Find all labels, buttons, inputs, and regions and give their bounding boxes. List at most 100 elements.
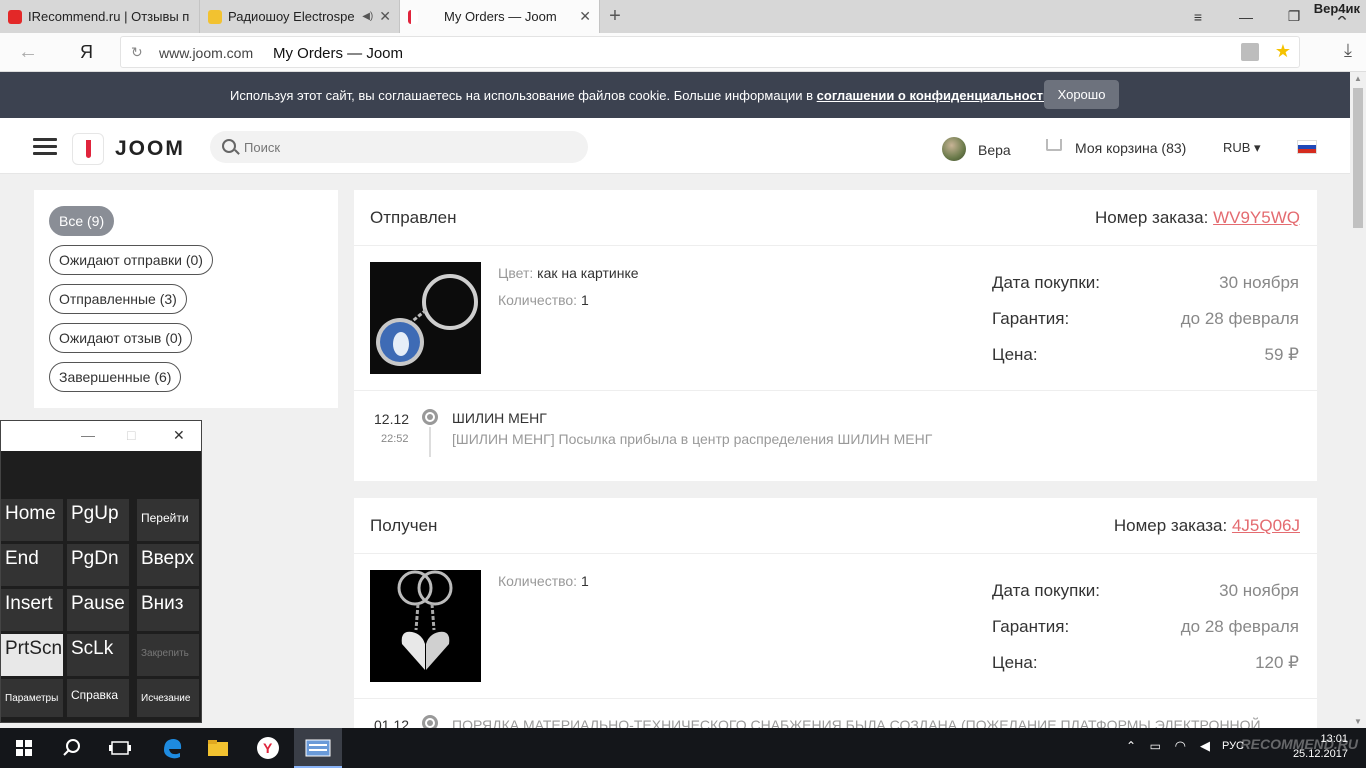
reload-icon[interactable]: ↻ <box>131 44 143 61</box>
order-number-link[interactable]: 4J5Q06J <box>1232 516 1300 535</box>
user-name[interactable]: Вера <box>978 142 1011 158</box>
osk-maximize-icon[interactable]: □ <box>127 427 135 443</box>
purchase-date-value: 30 ноября <box>1219 273 1299 292</box>
scroll-thumb[interactable] <box>1353 88 1363 228</box>
tab-radioshow[interactable]: Радиошоу Electrospe ◀) ✕ <box>200 0 400 33</box>
address-bar: ← Я ↻ www.joom.com My Orders — Joom ★ ⤓ <box>0 33 1366 72</box>
tab-irecommend[interactable]: IRecommend.ru | Отзывы п <box>0 0 200 33</box>
order-filter-panel: Все (9) Ожидают отправки (0) Отправленны… <box>34 190 338 408</box>
tracking-point-icon <box>422 715 438 728</box>
windows-start-icon[interactable] <box>16 740 32 756</box>
avatar[interactable] <box>942 137 966 161</box>
lock-icon[interactable] <box>1241 43 1259 61</box>
key-help[interactable]: Справка <box>67 679 129 717</box>
volume-icon[interactable]: ◀ <box>1200 738 1210 754</box>
filter-completed[interactable]: Завершенные (6) <box>49 362 182 392</box>
price-value: 120 ₽ <box>1255 653 1299 672</box>
key-pause[interactable]: Pause <box>67 589 129 631</box>
tracking-date: 01.12 <box>374 717 410 728</box>
key-home[interactable]: Home <box>1 499 63 541</box>
currency-selector[interactable]: RUB ▾ <box>1223 140 1261 156</box>
order-number-label: Номер заказа: <box>1113 516 1228 535</box>
product-image-keychain[interactable] <box>370 262 481 374</box>
tracking-date: 12.12 <box>374 411 410 427</box>
key-up[interactable]: Вверх <box>137 544 199 586</box>
tracking-point-icon <box>422 409 438 425</box>
cookie-message: Используя этот сайт, вы соглашаетесь на … <box>230 88 817 103</box>
irecommend-favicon-icon <box>8 9 22 24</box>
osk-taskbar-button[interactable] <box>294 728 342 768</box>
warranty-label: Гарантия: <box>992 309 1070 328</box>
search-input[interactable] <box>244 137 574 157</box>
page-scrollbar[interactable]: ▲ ▼ <box>1350 72 1366 728</box>
download-icon[interactable]: ⤓ <box>1344 40 1352 61</box>
radioshow-favicon-icon <box>208 9 222 24</box>
yandex-browser-icon[interactable]: Y <box>256 736 280 760</box>
new-tab-icon[interactable]: + <box>600 0 630 33</box>
purchase-date-value: 30 ноября <box>1219 581 1299 600</box>
order-card: Получен Номер заказа: 4J5Q06J Количество… <box>354 498 1317 728</box>
bookmark-star-icon[interactable]: ★ <box>1275 41 1291 62</box>
key-sclk[interactable]: ScLk <box>67 634 129 676</box>
key-pgdn[interactable]: PgDn <box>67 544 129 586</box>
back-arrow-icon[interactable]: ← <box>18 41 38 64</box>
tracking-description: [ШИЛИН МЕНГ] Посылка прибыла в центр рас… <box>452 431 933 447</box>
key-down[interactable]: Вниз <box>137 589 199 631</box>
sound-icon[interactable]: ◀) <box>362 11 373 22</box>
close-tab-icon[interactable]: ✕ <box>579 8 591 25</box>
order-number-label: Номер заказа: <box>1095 208 1209 227</box>
osk-close-icon[interactable]: ✕ <box>173 427 185 444</box>
minimize-icon[interactable]: — <box>1222 9 1270 25</box>
key-insert[interactable]: Insert <box>1 589 63 631</box>
key-fade[interactable]: Исчезание <box>137 679 199 717</box>
filter-all[interactable]: Все (9) <box>49 206 115 236</box>
menu-icon[interactable]: ≡ <box>1174 9 1222 25</box>
color-label: Цвет: <box>498 265 534 281</box>
filter-awaiting-review[interactable]: Ожидают отзыв (0) <box>49 323 193 353</box>
order-status: Отправлен <box>370 208 457 227</box>
russia-flag-icon[interactable] <box>1297 140 1317 154</box>
filter-shipped[interactable]: Отправленные (3) <box>49 284 187 314</box>
key-pgup[interactable]: PgUp <box>67 499 129 541</box>
scroll-down-icon[interactable]: ▼ <box>1354 717 1362 726</box>
privacy-link[interactable]: соглашении о конфиденциальности <box>817 88 1051 103</box>
url-field[interactable]: ↻ www.joom.com My Orders — Joom ★ <box>120 36 1300 68</box>
product-color: Цвет: как на картинке <box>498 265 639 281</box>
warranty-label: Гарантия: <box>992 617 1070 636</box>
wifi-icon[interactable]: ◠ <box>1175 738 1186 754</box>
filter-awaiting-shipment[interactable]: Ожидают отправки (0) <box>49 245 213 275</box>
cart-icon[interactable] <box>1046 139 1062 151</box>
search-icon[interactable] <box>60 736 84 760</box>
key-settings[interactable]: Параметры <box>1 679 63 717</box>
cart-link[interactable]: Моя корзина (83) <box>1075 140 1186 156</box>
joom-logo-icon[interactable] <box>72 133 104 165</box>
order-number-link[interactable]: WV9Y5WQ <box>1213 208 1300 227</box>
yandex-logo-icon[interactable]: Я <box>80 42 93 63</box>
file-explorer-icon[interactable] <box>206 736 230 760</box>
key-goto[interactable]: Перейти <box>137 499 199 541</box>
key-end[interactable]: End <box>1 544 63 586</box>
key-prtscn[interactable]: PrtScn <box>1 634 63 676</box>
scroll-up-icon[interactable]: ▲ <box>1354 74 1362 83</box>
cookie-ok-button[interactable]: Хорошо <box>1044 80 1119 109</box>
restore-icon[interactable]: ❐ <box>1270 8 1318 25</box>
hamburger-menu-icon[interactable] <box>33 138 57 156</box>
search-icon <box>222 139 236 153</box>
order-body: Цвет: как на картинке Количество: 1 Дата… <box>354 246 1317 391</box>
color-value: как на картинке <box>537 265 639 281</box>
quantity-label: Количество: <box>498 573 578 589</box>
tracking-time: 22:52 <box>381 433 409 445</box>
osk-minimize-icon[interactable]: — <box>81 427 95 443</box>
close-tab-icon[interactable]: ✕ <box>379 8 391 25</box>
battery-icon[interactable]: ▭ <box>1150 739 1161 753</box>
product-image-heart-keychain[interactable] <box>370 570 481 682</box>
key-pin[interactable]: Закрепить <box>137 634 199 676</box>
tray-chevron-icon[interactable]: ⌃ <box>1126 739 1136 753</box>
tab-joom-orders[interactable]: My Orders — Joom ✕ <box>400 0 600 33</box>
joom-logo-text[interactable]: JOOM <box>115 137 185 161</box>
edge-browser-icon[interactable] <box>160 736 184 760</box>
cookie-banner: Используя этот сайт, вы соглашаетесь на … <box>0 72 1350 118</box>
search-box[interactable] <box>210 131 588 163</box>
task-view-icon[interactable] <box>108 736 132 760</box>
tab-label: Радиошоу Electrospe <box>228 9 355 24</box>
